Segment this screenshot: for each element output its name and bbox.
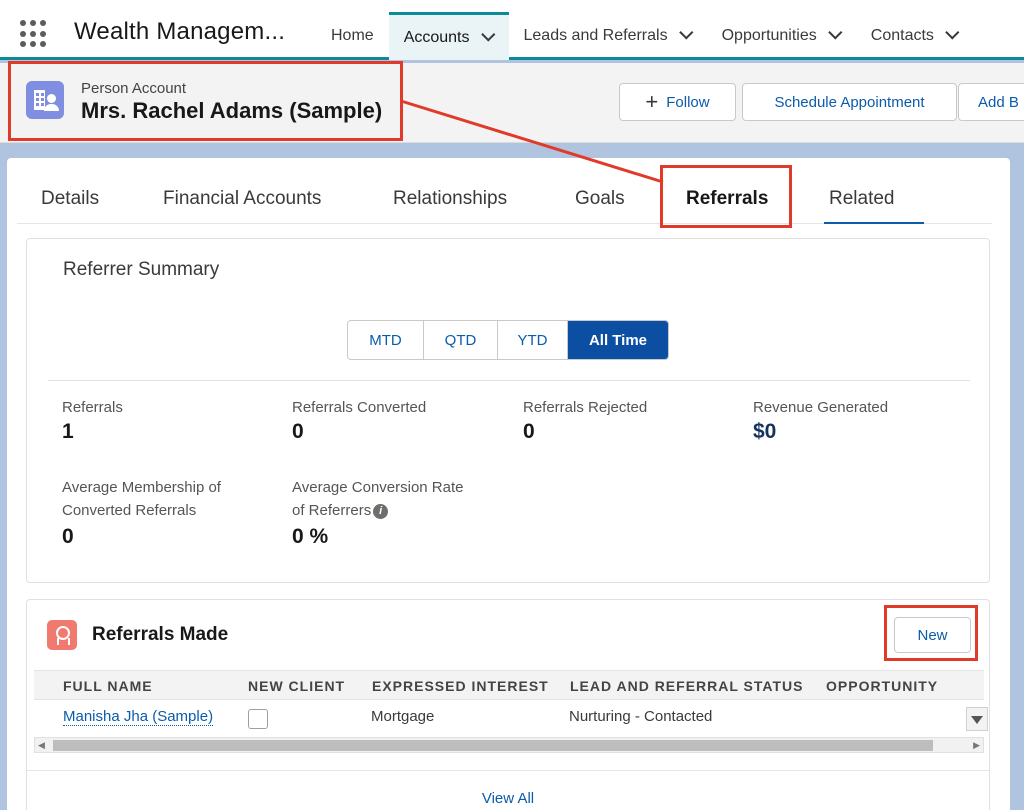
follow-button[interactable]: + Follow (619, 83, 736, 121)
nav-item-accounts[interactable]: Accounts (388, 12, 509, 60)
view-all-link[interactable]: View All (27, 790, 989, 807)
period-ytd-button[interactable]: YTD (498, 321, 568, 359)
nav-item-opportunities[interactable]: Opportunities (707, 12, 856, 60)
nav-item-label: Accounts (403, 28, 470, 46)
stat-revenue-label: Revenue Generated (753, 399, 889, 416)
column-header-new-client[interactable]: NEW CLIENT (248, 678, 345, 694)
referrals-made-title: Referrals Made (92, 624, 229, 645)
period-qtd-button[interactable]: QTD (424, 321, 498, 359)
row-action-dropdown-icon[interactable] (966, 707, 988, 731)
nav-tabs: Home Accounts Leads and Referrals Opport… (316, 12, 973, 60)
app-name: Wealth Managem... (74, 18, 286, 45)
record-tabs: Details Financial Accounts Relationships… (17, 158, 992, 224)
stat-label-line: Converted Referrals (62, 502, 197, 519)
tab-details[interactable]: Details (41, 188, 99, 210)
column-header-opportunity[interactable]: OPPORTUNITY (826, 678, 938, 694)
scroll-left-icon[interactable]: ◀ (38, 740, 45, 751)
referrer-summary-panel: Referrer Summary MTD QTD YTD All Time Re… (26, 238, 990, 583)
nav-item-leads-and-referrals[interactable]: Leads and Referrals (509, 12, 707, 60)
column-header-status[interactable]: LEAD AND REFERRAL STATUS (570, 678, 803, 694)
nav-item-label: Leads and Referrals (523, 27, 668, 44)
stat-converted-value: 0 (292, 420, 304, 443)
summary-divider (48, 380, 970, 381)
new-client-checkbox[interactable] (248, 709, 268, 729)
period-all-time-button[interactable]: All Time (568, 321, 668, 359)
schedule-appointment-button[interactable]: Schedule Appointment (742, 83, 957, 121)
global-nav-bar: Wealth Managem... Home Accounts Leads an… (0, 0, 1024, 60)
info-icon[interactable]: i (373, 503, 389, 519)
stat-label-line: Average Conversion Rate (292, 479, 464, 496)
chevron-down-icon[interactable] (945, 25, 960, 40)
plus-icon: + (645, 89, 659, 114)
horizontal-scrollbar[interactable]: ◀ ▶ (34, 737, 984, 753)
callout-highlight-referrals-tab (660, 165, 792, 228)
record-detail-card: Details Financial Accounts Relationships… (7, 158, 1010, 810)
stat-converted-label: Referrals Converted (292, 399, 427, 416)
nav-item-label: Opportunities (721, 27, 817, 44)
callout-highlight-new-button (884, 605, 978, 661)
table-header-row: FULL NAME NEW CLIENT EXPRESSED INTEREST … (34, 670, 984, 700)
nav-item-home[interactable]: Home (316, 12, 389, 60)
stat-rejected-value: 0 (523, 420, 535, 443)
tab-goals[interactable]: Goals (575, 188, 625, 210)
chevron-down-icon[interactable] (480, 26, 495, 42)
stat-referrals-value: 1 (62, 420, 74, 443)
add-button[interactable]: Add B (958, 83, 1024, 121)
referrer-summary-title: Referrer Summary (63, 259, 220, 280)
callout-highlight-record (8, 61, 403, 141)
period-mtd-button[interactable]: MTD (348, 321, 424, 359)
active-tab-indicator (824, 222, 924, 224)
stat-avg-conversion-label: Average Conversion Rate of Referrers i (292, 476, 464, 522)
tab-relationships[interactable]: Relationships (393, 188, 507, 210)
app-launcher-icon[interactable] (20, 20, 48, 48)
expressed-interest-cell: Mortgage (371, 708, 435, 725)
scroll-right-icon[interactable]: ▶ (973, 740, 980, 751)
nav-item-contacts[interactable]: Contacts (856, 12, 973, 60)
referral-name-link[interactable]: Manisha Jha (Sample) (63, 708, 214, 726)
stat-avg-conversion-value: 0 % (292, 525, 329, 548)
chevron-down-icon[interactable] (827, 25, 843, 40)
follow-label: Follow (666, 93, 710, 111)
stat-referrals-label: Referrals (62, 399, 123, 416)
nav-item-label: Contacts (870, 27, 934, 44)
stat-revenue-value: $0 (753, 420, 777, 443)
status-cell: Nurturing - Contacted (569, 708, 713, 725)
tab-financial-accounts[interactable]: Financial Accounts (163, 188, 321, 210)
referrals-made-card: Referrals Made New FULL NAME NEW CLIENT … (26, 599, 990, 810)
column-header-expressed-interest[interactable]: EXPRESSED INTEREST (372, 678, 549, 694)
stat-label-line: Average Membership of (62, 479, 221, 496)
tab-related[interactable]: Related (829, 188, 895, 210)
period-segmented-control: MTD QTD YTD All Time (347, 320, 669, 360)
card-footer-divider (27, 770, 989, 771)
stat-rejected-label: Referrals Rejected (523, 399, 648, 416)
stat-avg-membership-label: Average Membership of Converted Referral… (62, 476, 221, 522)
stat-label-line: of Referrers (292, 502, 372, 519)
table-row: Manisha Jha (Sample) (63, 708, 214, 726)
column-header-full-name[interactable]: FULL NAME (63, 678, 153, 694)
stat-avg-membership-value: 0 (62, 525, 74, 548)
nav-item-label: Home (331, 27, 374, 44)
chevron-down-icon[interactable] (678, 25, 693, 40)
referral-award-icon (47, 620, 77, 650)
scrollbar-thumb[interactable] (53, 740, 933, 751)
